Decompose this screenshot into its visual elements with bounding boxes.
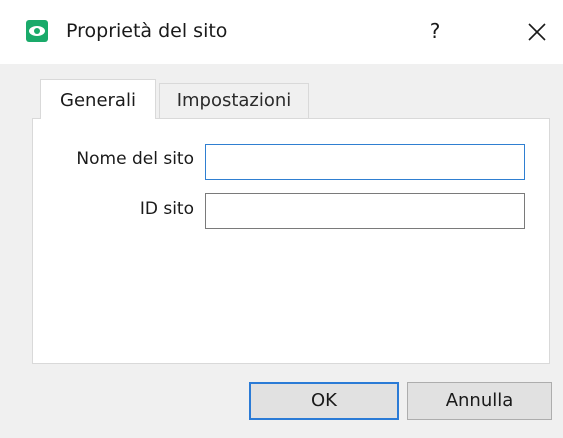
tab-impostazioni[interactable]: Impostazioni [159,83,309,118]
site-id-input[interactable] [205,193,525,229]
close-button[interactable] [522,14,552,48]
help-button[interactable]: ? [420,14,450,48]
window-title: Proprietà del sito [66,20,228,42]
close-icon [528,23,546,41]
site-name-input[interactable] [205,144,525,180]
ok-button[interactable]: OK [249,382,399,420]
title-bar: Proprietà del sito ? [0,0,563,64]
eye-app-icon [26,20,48,42]
site-name-label: Nome del sito [76,149,194,169]
site-id-label: ID sito [139,199,194,219]
tab-panel-generali: Nome del sito ID sito [32,118,550,364]
tab-generali[interactable]: Generali [40,79,156,119]
cancel-button[interactable]: Annulla [407,382,552,420]
